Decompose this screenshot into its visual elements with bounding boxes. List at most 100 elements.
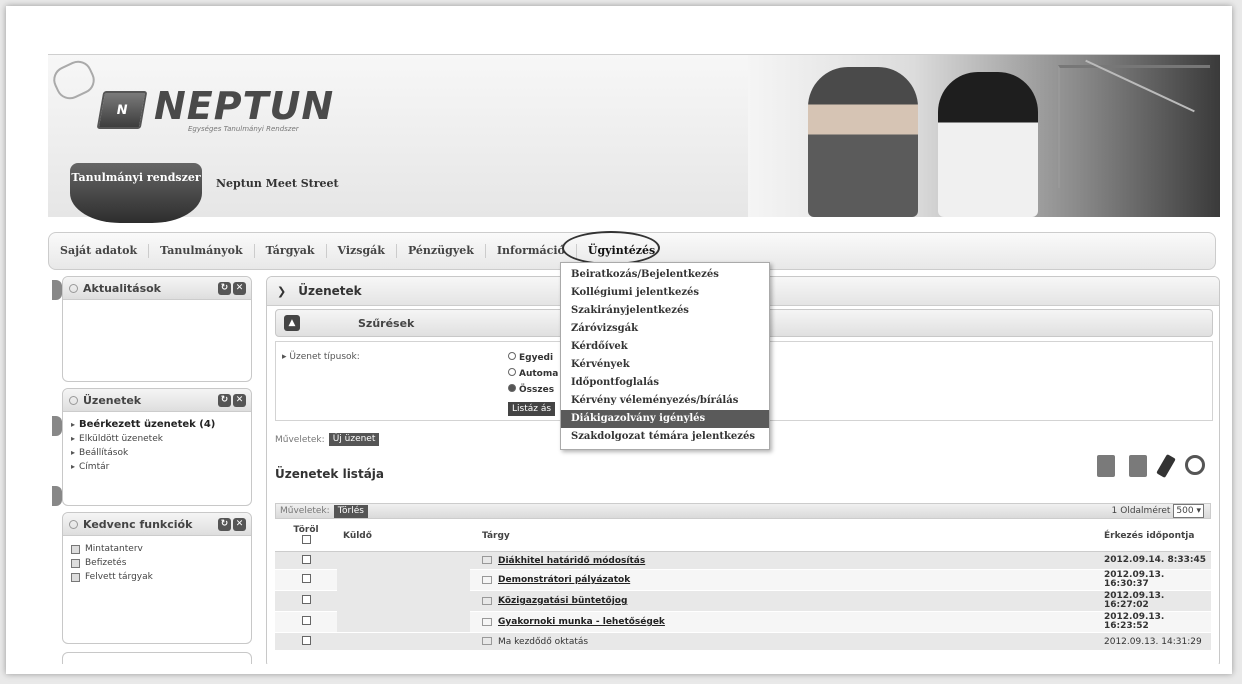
menu-tanulmanyok[interactable]: Tanulmányok: [149, 244, 255, 258]
brand-name: NEPTUN: [154, 84, 335, 128]
link-befizetes[interactable]: Befizetés: [71, 556, 243, 570]
link-felvett-targyak[interactable]: Felvett tárgyak: [71, 570, 243, 584]
box-uzenetek: Üzenetek ↻ ✕ ▸ Beérkezett üzenetek (4) ▸ E…: [62, 388, 252, 506]
header: N NEPTUN Egységes Tanulmányi Rendszer Ta…: [48, 54, 1220, 223]
link-beerkezett[interactable]: ▸ Beérkezett üzenetek (4): [71, 418, 243, 432]
checkbox-icon: [71, 572, 80, 582]
tab-tanulmanyi-rendszer[interactable]: Tanulmányi rendszer: [70, 163, 202, 223]
message-subject[interactable]: Közigazgatási büntetőjog: [498, 596, 627, 606]
page-size-select[interactable]: 500 ▾: [1173, 504, 1204, 518]
dropdown-item-szakdolgozat[interactable]: Szakdolgozat témára jelentkezés: [561, 428, 769, 446]
refresh-icon[interactable]: ↻: [218, 281, 231, 295]
table-row[interactable]: Diákhitel határidő módosítás 2012.09.14.…: [275, 551, 1211, 633]
radio-automatikus[interactable]: Automa: [508, 368, 558, 379]
link-mintatanterv[interactable]: Mintatanterv: [71, 542, 243, 556]
box-title: Aktualitások: [83, 281, 161, 295]
row-checkbox[interactable]: [301, 574, 311, 583]
menu-ugyintezes[interactable]: Ügyintézés: [577, 244, 666, 258]
page-title: Üzenetek: [298, 284, 362, 298]
row-checkbox[interactable]: [301, 635, 311, 645]
neptun-app: N NEPTUN Egységes Tanulmányi Rendszer Ta…: [48, 54, 1220, 664]
link-beallitasok[interactable]: ▸ Beállítások: [71, 446, 243, 460]
message-type-label: ▸ Üzenet típusok:: [282, 352, 360, 362]
col-date[interactable]: Érkezés időpontja: [1103, 521, 1211, 552]
operations-bar: Műveletek: Új üzenet: [275, 433, 380, 446]
dropdown-item-kollegium[interactable]: Kollégiumi jelentkezés: [561, 284, 769, 302]
sender-redacted: [337, 551, 470, 633]
system-tabs: Tanulmányi rendszer Neptun Meet Street: [48, 163, 768, 223]
message-date: 2012.09.13. 16:30:37: [1103, 569, 1211, 591]
dropdown-item-idopontfoglalas[interactable]: Időpontfoglalás: [561, 374, 769, 392]
student-photo-male: [808, 67, 918, 217]
page-number[interactable]: 1: [1112, 506, 1118, 516]
link-elkuldott[interactable]: ▸ Elküldött üzenetek: [71, 432, 243, 446]
refresh-icon[interactable]: ↻: [218, 517, 231, 531]
message-date: 2012.09.13. 16:23:52: [1103, 611, 1211, 633]
message-date: 2012.09.14. 8:33:45: [1103, 551, 1211, 570]
message-subject[interactable]: Demonstrátori pályázatok: [498, 575, 630, 585]
box-title: Üzenetek: [83, 393, 142, 407]
logo[interactable]: N NEPTUN Egységes Tanulmányi Rendszer: [96, 84, 335, 133]
collapse-icon[interactable]: ▲: [284, 315, 300, 331]
box-title: Kedvenc funkciók: [83, 517, 193, 531]
menu-vizsgak[interactable]: Vizsgák: [327, 244, 397, 258]
refresh-icon[interactable]: ↻: [218, 393, 231, 407]
dropdown-item-kerdoivek[interactable]: Kérdőívek: [561, 338, 769, 356]
close-icon[interactable]: ✕: [233, 517, 246, 531]
link-cimtar[interactable]: ▸ Címtár: [71, 460, 243, 474]
select-all-checkbox[interactable]: [301, 535, 311, 544]
header-banner-image: [748, 55, 1220, 217]
export-icon[interactable]: [1097, 455, 1115, 477]
message-subject[interactable]: Diákhitel határidő módosítás: [498, 556, 645, 566]
dropdown-item-kerveny-velemenyezes[interactable]: Kérvény véleményezés/bírálás: [561, 392, 769, 410]
mail-icon: [482, 617, 492, 626]
checkbox-icon: [71, 558, 80, 568]
messages-table: Töröl Küldő Tárgy Érkezés időpontja Diák…: [275, 521, 1211, 651]
grid-operations-bar: Műveletek: Törlés 1 Oldalméret 500 ▾: [275, 503, 1211, 519]
sender-redacted: [337, 632, 470, 651]
tab-neptun-meet-street[interactable]: Neptun Meet Street: [216, 169, 339, 199]
dropdown-item-szakirany[interactable]: Szakirányjelentkezés: [561, 302, 769, 320]
message-date: 2012.09.13. 14:31:29: [1103, 632, 1211, 651]
chevron-right-icon: ❯: [277, 284, 287, 298]
checkbox-icon: [71, 544, 80, 554]
close-icon[interactable]: ✕: [233, 281, 246, 295]
new-message-button[interactable]: Új üzenet: [328, 433, 380, 446]
print-icon[interactable]: [1129, 455, 1147, 477]
toolbar-icons: [1097, 453, 1205, 479]
close-icon[interactable]: ✕: [233, 393, 246, 407]
arrow-icon: ▸: [71, 462, 76, 471]
radio-egyedi[interactable]: Egyedi: [508, 352, 553, 363]
search-icon[interactable]: [1185, 455, 1205, 475]
page-size-control: 1 Oldalméret 500 ▾: [1112, 504, 1204, 518]
screenshot-frame: N NEPTUN Egységes Tanulmányi Rendszer Ta…: [6, 6, 1232, 674]
box-kedvenc-funkciok: Kedvenc funkciók ↻ ✕ Mintatanterv Befize…: [62, 512, 252, 644]
mail-icon: [482, 596, 492, 605]
dropdown-item-zarovizsgak[interactable]: Záróvizsgák: [561, 320, 769, 338]
dropdown-item-beiratkozas[interactable]: Beiratkozás/Bejelentkezés: [561, 266, 769, 284]
menu-informacio[interactable]: Információ: [486, 244, 577, 258]
row-checkbox[interactable]: [301, 595, 311, 604]
dropdown-item-diakigazolvany[interactable]: Diákigazolvány igénylés: [561, 410, 769, 428]
col-delete: Töröl: [275, 521, 337, 552]
delete-button[interactable]: Törlés: [333, 504, 368, 518]
bullet-icon: [69, 283, 78, 293]
list-title: Üzenetek listája: [275, 467, 384, 481]
row-checkbox[interactable]: [301, 554, 311, 564]
row-checkbox[interactable]: [301, 616, 311, 625]
menu-penzugyek[interactable]: Pénzügyek: [397, 244, 486, 258]
menu-targyak[interactable]: Tárgyak: [255, 244, 327, 258]
dropdown-item-kervenyek[interactable]: Kérvények: [561, 356, 769, 374]
menu-sajat-adatok[interactable]: Saját adatok: [49, 244, 150, 258]
list-button[interactable]: Listáz ás: [508, 402, 556, 416]
filter-title: Szűrések: [358, 316, 415, 330]
radio-osszes[interactable]: Összes: [508, 384, 554, 395]
table-row[interactable]: Ma kezdődő oktatás 2012.09.13. 14:31:29: [275, 632, 1211, 651]
mail-icon: [482, 637, 492, 645]
message-subject[interactable]: Gyakornoki munka - lehetőségek: [498, 617, 665, 627]
ugyintezes-dropdown: Beiratkozás/Bejelentkezés Kollégiumi jel…: [560, 262, 770, 450]
paperclip-icon: [48, 56, 100, 104]
pin-icon[interactable]: [1156, 453, 1176, 479]
box-aktualitasok: Aktualitások ↻ ✕: [62, 276, 252, 382]
message-subject[interactable]: Ma kezdődő oktatás: [498, 637, 588, 647]
